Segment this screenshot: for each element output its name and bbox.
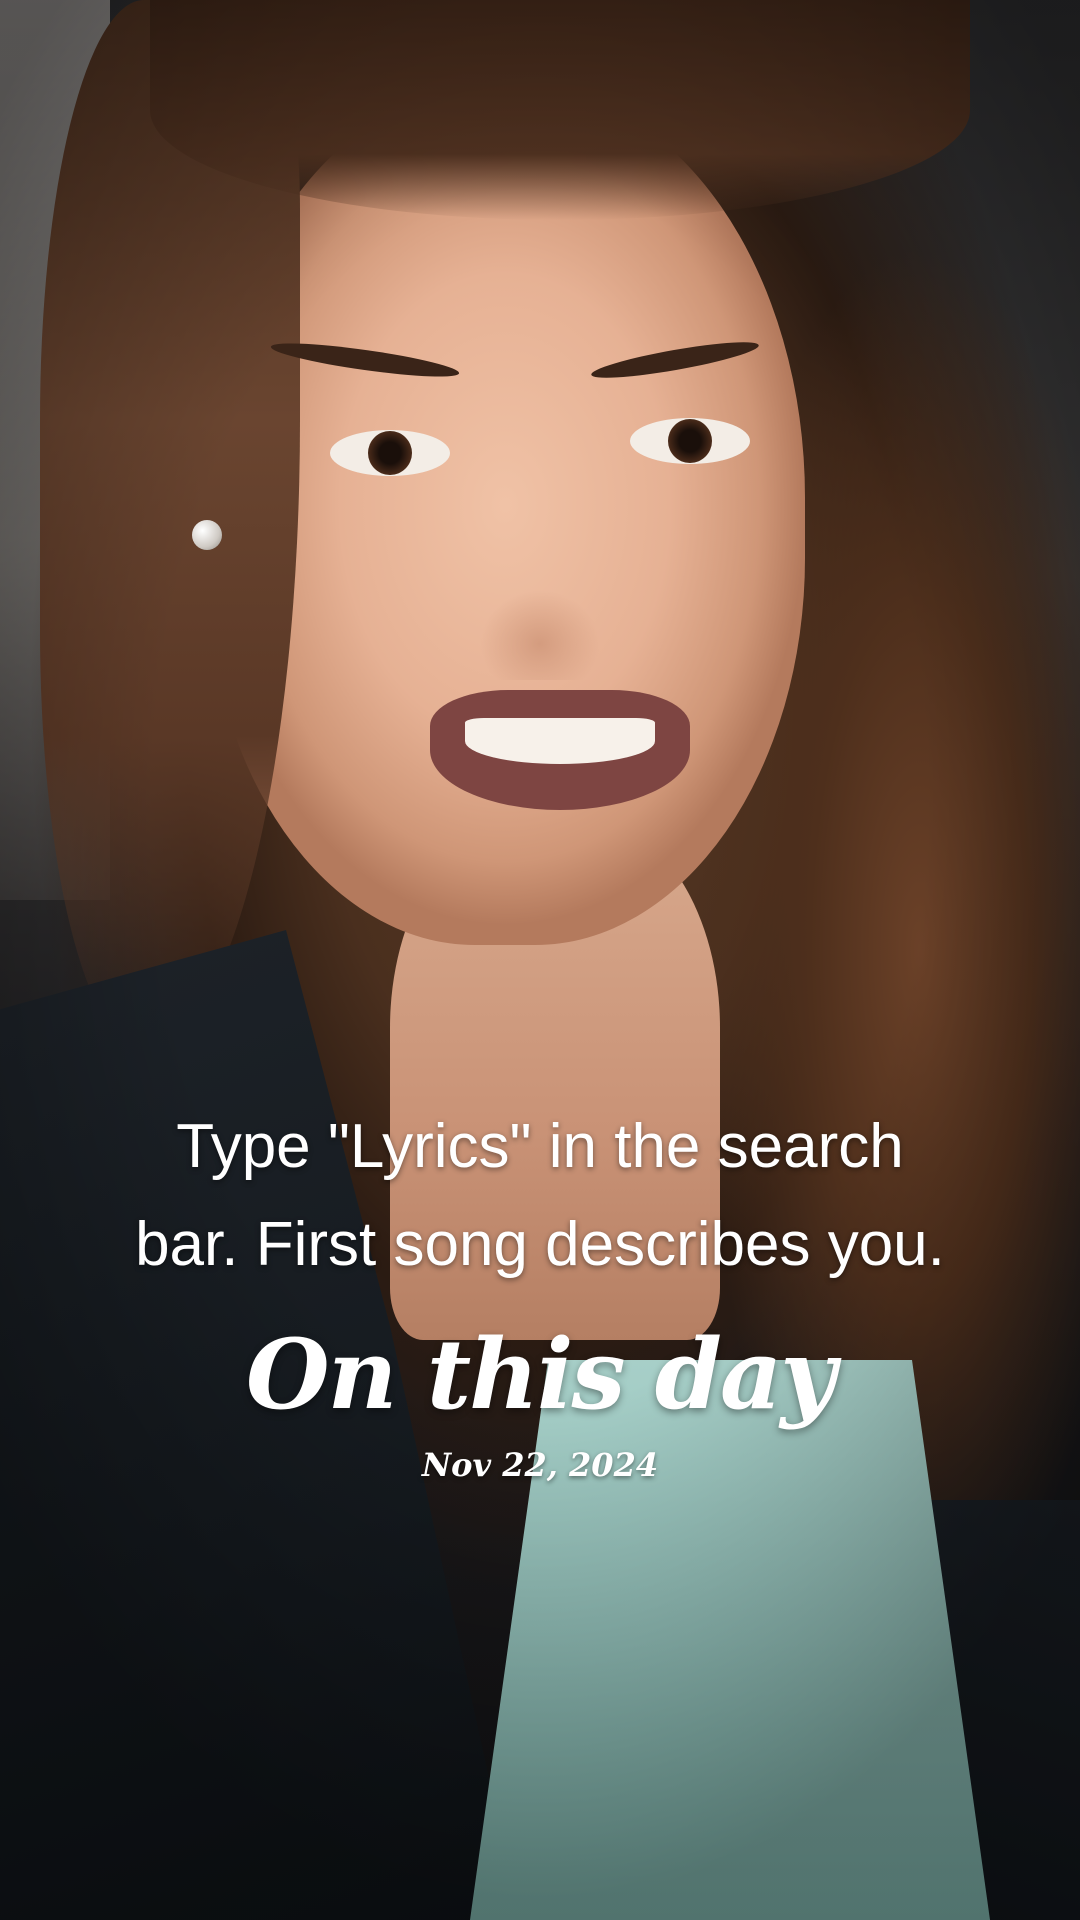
photo-vignette: [0, 0, 1080, 1920]
caption-line-2: bar. First song describes you.: [135, 1210, 945, 1279]
story-frame: Type "Lyrics" in the search bar. First s…: [0, 0, 1080, 1920]
memory-date: Nov 22, 2024: [421, 1446, 659, 1484]
caption-line-1: Type "Lyrics" in the search: [176, 1112, 904, 1181]
caption-text: Type "Lyrics" in the search bar. First s…: [0, 1098, 1080, 1294]
memory-title: On this day: [245, 1318, 836, 1431]
